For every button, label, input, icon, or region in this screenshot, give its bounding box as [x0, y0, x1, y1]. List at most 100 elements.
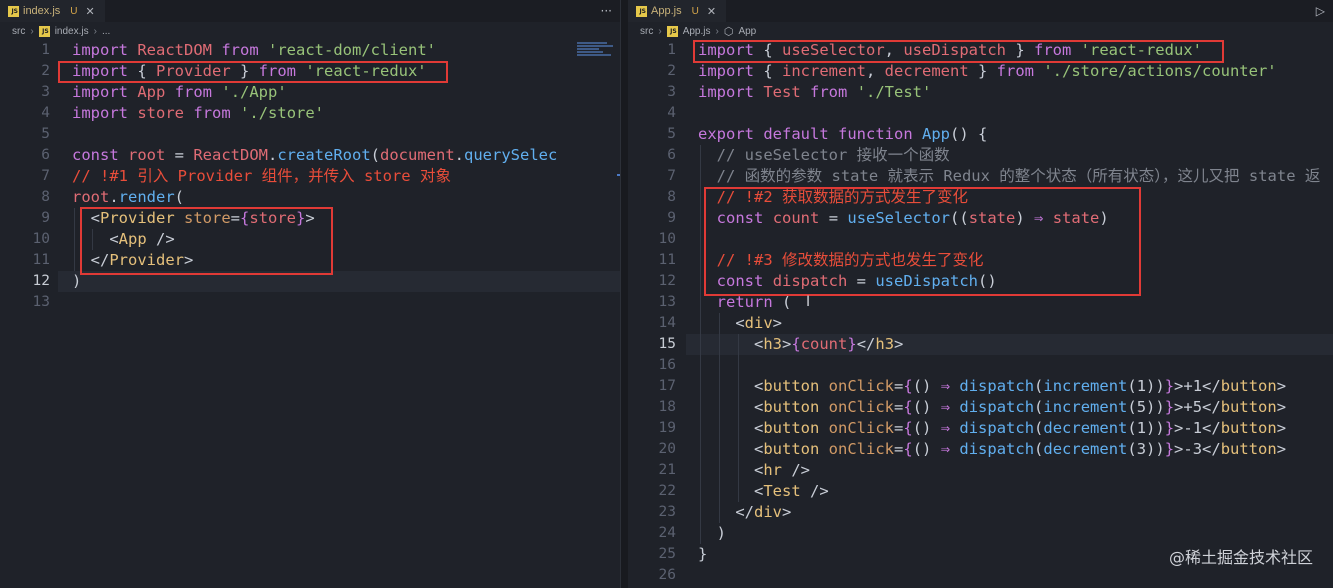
code-token: 'react-dom/client' [268, 41, 436, 59]
code-token: = [894, 398, 904, 416]
code-token: onClick [828, 377, 894, 395]
code-line[interactable]: 2 import { increment, decrement } from '.… [628, 61, 1333, 82]
code-text: <Test /> [698, 481, 829, 502]
code-token: document [380, 146, 455, 164]
code-line[interactable]: 8 root.render( [0, 187, 620, 208]
line-number: 9 [667, 210, 676, 226]
code-token: () [912, 377, 941, 395]
symbol-cube-icon: ⬡ [723, 25, 734, 38]
line-number: 9 [41, 210, 50, 226]
breadcrumb-file[interactable]: index.js [55, 26, 89, 37]
code-token: (5)) [1127, 398, 1165, 416]
line-number: 13 [658, 294, 676, 310]
code-token: onClick [828, 398, 894, 416]
code-line[interactable]: 4 import store from './store' [0, 103, 620, 124]
code-token: onClick [828, 419, 894, 437]
code-token: button [1220, 440, 1277, 458]
close-icon[interactable]: ✕ [86, 5, 95, 18]
code-line[interactable]: 13 [0, 292, 620, 313]
line-number: 23 [658, 504, 676, 520]
code-line[interactable]: 4 [628, 103, 1333, 124]
line-number: 5 [41, 126, 50, 142]
code-token: = [894, 440, 904, 458]
code-token: dispatch [959, 398, 1035, 416]
tab-untracked-status: U [70, 5, 78, 17]
code-token: ReactDOM [193, 146, 268, 164]
code-token: './store/actions/counter' [1043, 62, 1277, 80]
code-line[interactable]: 20 <button onClick={() ⇒ dispatch(decrem… [628, 439, 1333, 460]
code-line[interactable]: 5 [0, 124, 620, 145]
line-number: 3 [667, 84, 676, 100]
code-line[interactable]: 17 <button onClick={() ⇒ dispatch(increm… [628, 376, 1333, 397]
code-token: </ [698, 503, 754, 521]
code-line[interactable]: 19 <button onClick={() ⇒ dispatch(decrem… [628, 418, 1333, 439]
code-token: root [128, 146, 166, 164]
code-text: import { increment, decrement } from './… [698, 61, 1277, 82]
code-token: > [1276, 419, 1287, 437]
code-text: <button onClick={() ⇒ dispatch(increment… [698, 376, 1286, 397]
code-line[interactable]: 6 // useSelector 接收一个函数 [628, 145, 1333, 166]
line-number: 8 [41, 189, 50, 205]
code-token: App [922, 125, 951, 143]
tab-untracked-status: U [691, 5, 699, 17]
code-token: >+1</ [1174, 377, 1221, 395]
run-button[interactable]: ▷ [1316, 0, 1325, 22]
code-line[interactable]: 24 ) [628, 523, 1333, 544]
js-file-icon: JS [666, 25, 678, 37]
code-line[interactable]: 23 </div> [628, 502, 1333, 523]
code-line[interactable]: 26 [628, 565, 1333, 586]
code-line[interactable]: 16 [628, 355, 1333, 376]
code-line[interactable]: 22 <Test /> [628, 481, 1333, 502]
code-line[interactable]: 6 const root = ReactDOM.createRoot(docume… [0, 145, 620, 166]
code-token: root [72, 188, 110, 206]
code-token: import [698, 83, 754, 101]
code-line[interactable]: 3 import App from './App' [0, 82, 620, 103]
line-number: 26 [658, 567, 676, 583]
indent-guide [74, 208, 75, 271]
close-icon[interactable]: ✕ [707, 5, 716, 18]
code-token: ⇒ [940, 398, 951, 416]
code-token: = [894, 377, 904, 395]
code-line[interactable]: 7 // 函数的参数 state 就表示 Redux 的整个状态（所有状态），这… [628, 166, 1333, 187]
tab-bar: JS index.js U ✕ ··· [0, 0, 620, 22]
breadcrumb-folder[interactable]: src [12, 26, 25, 37]
minimap[interactable] [577, 42, 615, 60]
code-line[interactable]: 3 import Test from './Test' [628, 82, 1333, 103]
line-number: 17 [658, 378, 676, 394]
code-line[interactable]: 5 export default function App() { [628, 124, 1333, 145]
code-token: = [165, 146, 194, 164]
breadcrumb-file[interactable]: App.js [683, 26, 711, 37]
code-token: hr [763, 461, 782, 479]
more-actions-button[interactable]: ··· [601, 0, 612, 22]
breadcrumb-symbol[interactable]: ... [102, 26, 110, 37]
code-line[interactable]: 15 <h3>{count}</h3> [628, 334, 1333, 355]
code-line[interactable]: 18 <button onClick={() ⇒ dispatch(increm… [628, 397, 1333, 418]
code-line[interactable]: 1 import ReactDOM from 'react-dom/client' [0, 40, 620, 61]
breadcrumb-symbol[interactable]: App [738, 26, 756, 37]
line-number: 15 [658, 336, 676, 352]
code-token: > [1276, 398, 1287, 416]
code-line[interactable]: 7 // !#1 引入 Provider 组件，并传入 store 对象 [0, 166, 620, 187]
line-number: 21 [658, 462, 676, 478]
code-token: > [894, 335, 904, 353]
tab-index-js[interactable]: JS index.js U ✕ [0, 0, 105, 22]
code-token: render [118, 188, 175, 206]
code-token: Test [763, 83, 801, 101]
code-token: ⇒ [940, 440, 951, 458]
breadcrumb-folder[interactable]: src [640, 26, 653, 37]
code-token: < [698, 335, 764, 353]
code-token: decrement [884, 62, 969, 80]
code-token: } [968, 62, 997, 80]
code-line[interactable]: 21 <hr /> [628, 460, 1333, 481]
code-token: { [903, 398, 913, 416]
code-token: const [72, 146, 119, 164]
tab-app-js[interactable]: JS App.js U ✕ [628, 0, 727, 22]
code-token: button [1220, 398, 1277, 416]
code-line[interactable]: 14 <div> [628, 313, 1333, 334]
